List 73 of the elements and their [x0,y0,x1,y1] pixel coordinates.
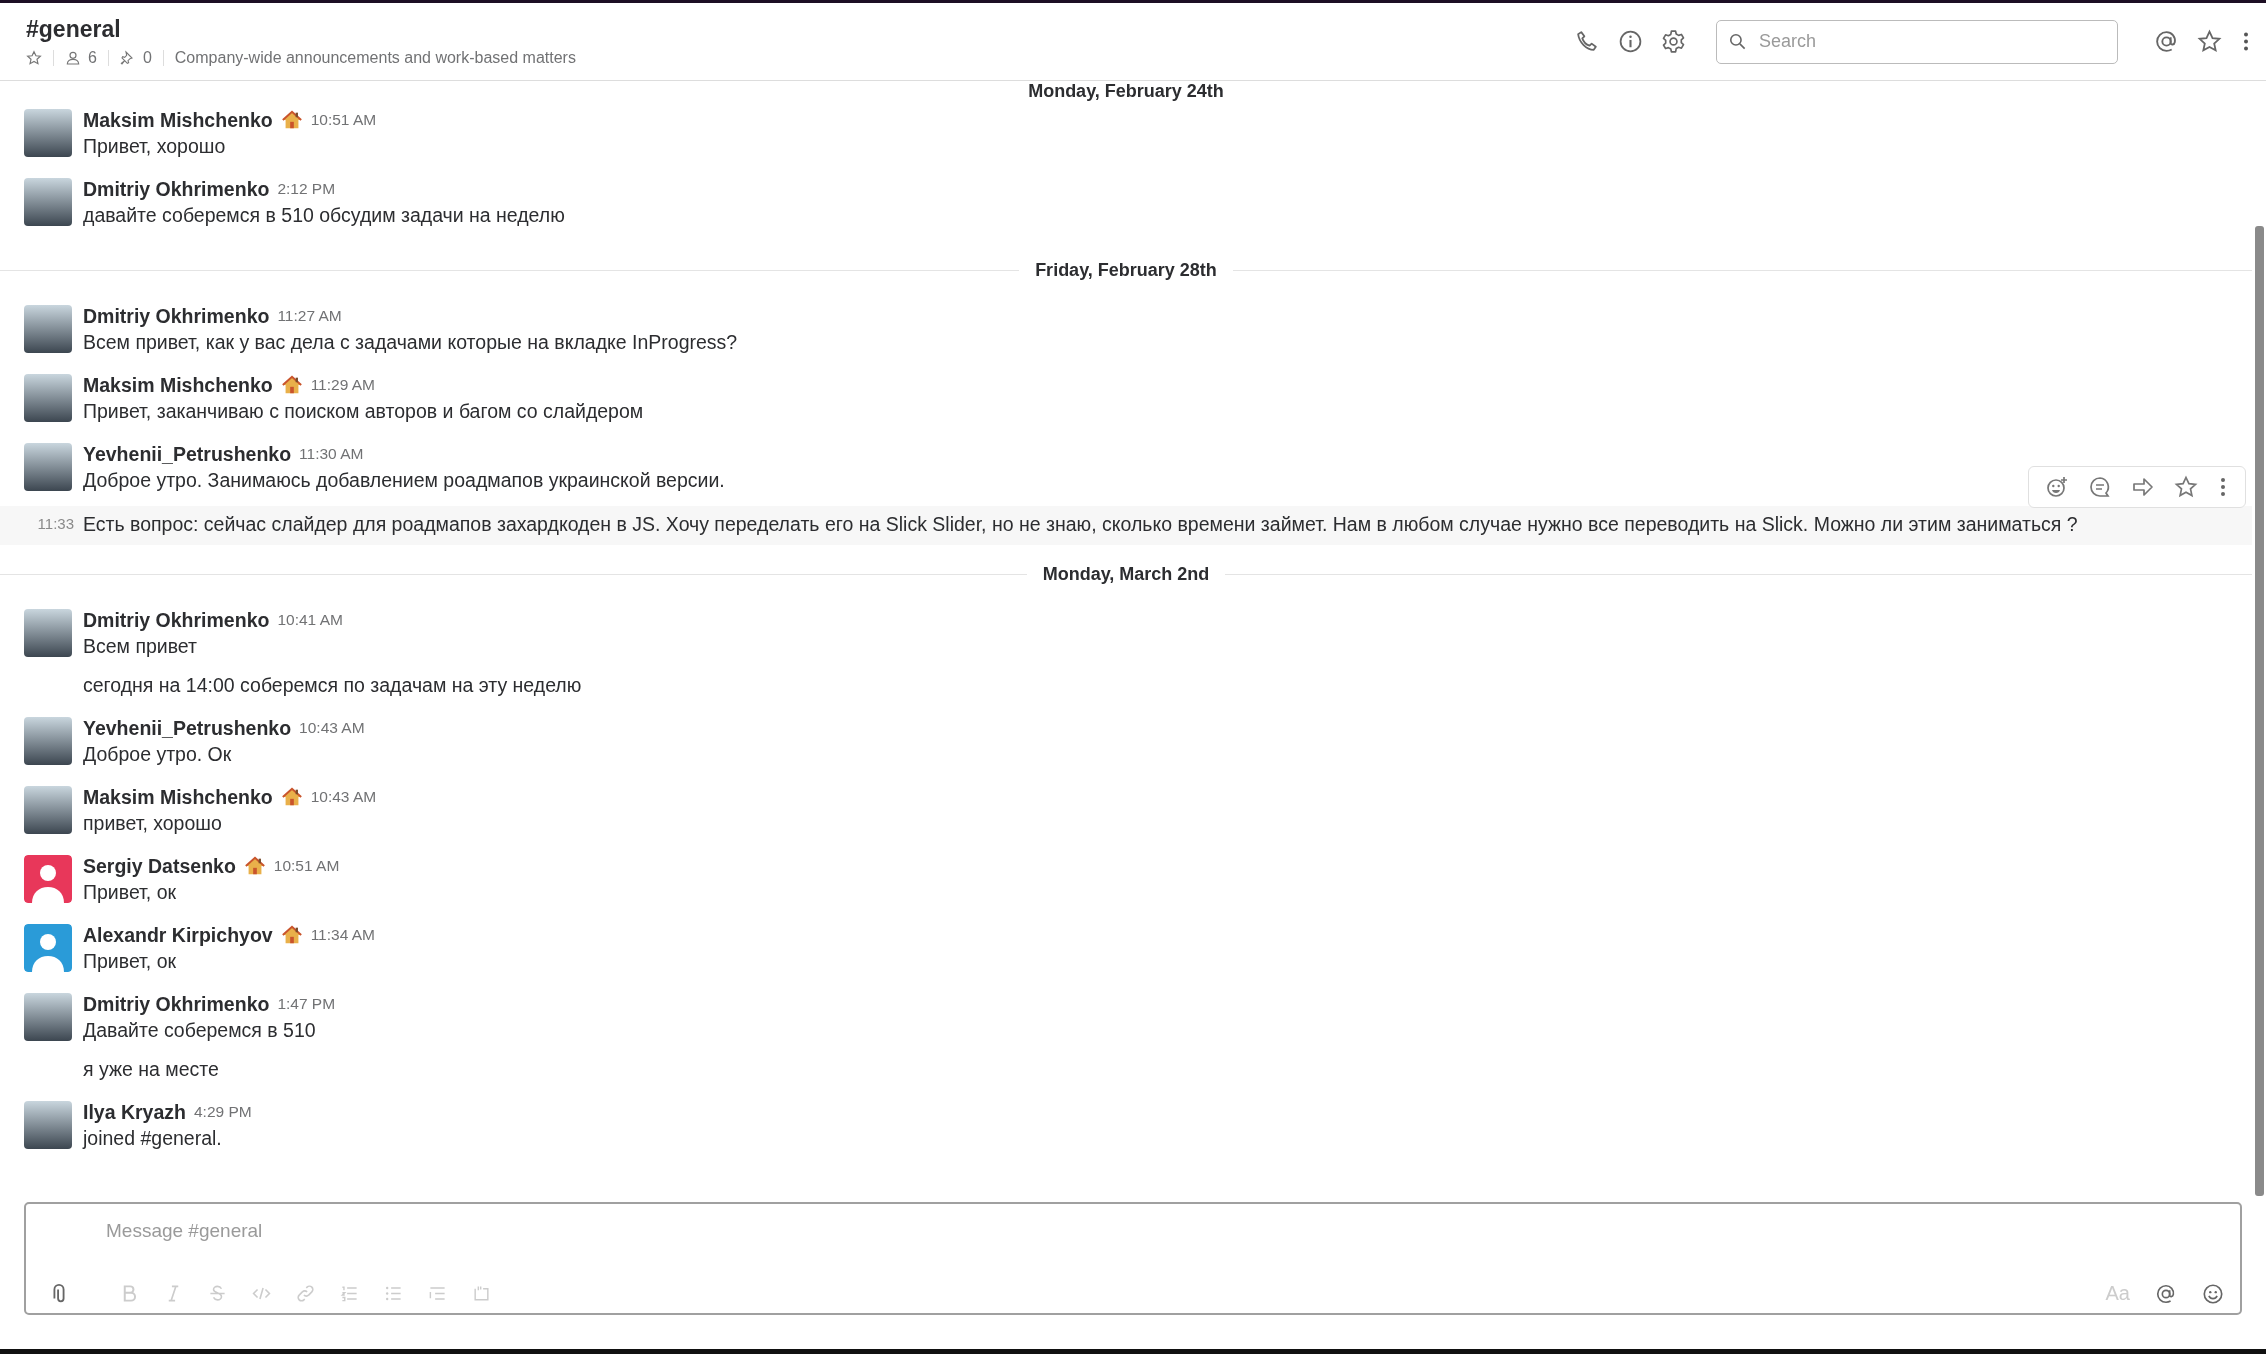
message-text: Всем привет, как у вас дела с задачами которые на вкладке InProgress? [83,330,738,354]
pin-icon [119,50,136,66]
author-name[interactable]: Dmitriy Okhrimenko [83,608,270,632]
author-name[interactable]: Maksim Mishchenko [83,373,273,397]
avatar-silhouette-icon[interactable] [24,924,72,972]
avatar-photo-placeholder[interactable] [24,443,72,491]
message-time[interactable]: 10:41 AM [277,611,343,629]
message-time[interactable]: 11:29 AM [310,376,375,394]
reply-bubble-icon[interactable] [2088,475,2112,499]
message-text: я уже на месте [83,1057,219,1081]
message-text: сегодня на 14:00 соберемся по задачам на эту неделю [83,673,582,697]
avatar-photo-placeholder[interactable] [24,609,72,657]
phone-icon[interactable] [1575,29,1600,54]
message-text: Доброе утро. Ок [83,742,232,766]
message-text: давайте соберемся в 510 обсудим задачи на неделю [83,203,565,227]
info-icon[interactable] [1618,29,1643,54]
author-name[interactable]: Ilya Kryazh [83,1100,186,1124]
message-text: Давайте соберемся в 510 [83,1018,316,1042]
message-time[interactable]: 1:47 PM [277,995,336,1013]
author-name[interactable]: Dmitriy Okhrimenko [83,177,270,201]
person-icon [65,50,81,66]
message-time[interactable]: 10:51 AM [310,111,377,129]
author-name[interactable]: Yevhenii_Petrushenko [83,716,292,740]
star-icon[interactable] [2197,29,2222,54]
add-reaction-icon[interactable] [2045,475,2069,499]
message-text: joined #general. [83,1126,222,1150]
search-field[interactable]: Search [1716,19,2118,64]
avatar-photo-placeholder[interactable] [24,109,72,157]
avatar-photo-placeholder[interactable] [24,178,72,226]
avatar-photo-placeholder[interactable] [24,786,72,834]
author-name[interactable]: Alexandr Kirpichyov [83,923,273,947]
share-arrow-icon[interactable] [2131,475,2155,499]
star-icon[interactable] [26,50,42,66]
mention-icon[interactable] [2154,29,2179,54]
avatar-photo-placeholder[interactable] [24,717,72,765]
pin-count[interactable]: 0 [142,49,152,67]
message-time[interactable]: 4:29 PM [193,1103,252,1121]
author-name[interactable]: Dmitriy Okhrimenko [83,304,270,328]
mention-icon[interactable] [2155,1282,2177,1305]
settings-icon[interactable] [1661,29,1686,54]
message-text: Привет, ок [83,880,177,904]
message-text: Есть вопрос: сейчас слайдер для роадмапов захардкоден в JS. Хочу переделать его на Slick Slider, но не знаю, сколько времени займет. Нам в любом случае нужно все переводить на Slick. Можно ли этим заниматься ? [83,512,2078,536]
message-time[interactable]: 10:43 AM [310,788,377,806]
message-time[interactable]: 11:30 AM [299,445,364,463]
author-name[interactable]: Sergiy Datsenko [83,854,236,878]
message-time[interactable]: 10:43 AM [299,719,365,737]
author-name[interactable]: Yevhenii_Petrushenko [83,442,292,466]
message-time[interactable]: 11:27 AM [277,307,342,325]
message-text: Привет, заканчиваю с поиском авторов и багом со слайдером [83,399,644,423]
search-icon [1728,31,1747,51]
channel-title: #general [26,16,122,43]
author-name[interactable]: Maksim Mishchenko [83,785,273,809]
message-text: Доброе утро. Занимаюсь добавлением роадмапов украинской версии. [83,468,725,492]
message-time[interactable]: 2:12 PM [277,180,336,198]
member-count[interactable]: 6 [88,49,97,67]
message-text: привет, хорошо [83,811,222,835]
message-time[interactable]: 11:33 [37,515,74,532]
message-text: Привет, ок [83,949,177,973]
avatar-photo-placeholder[interactable] [24,1101,72,1149]
author-name[interactable]: Maksim Mishchenko [83,108,273,132]
message-time[interactable]: 10:51 AM [273,857,340,875]
avatar-silhouette-icon[interactable] [24,855,72,903]
message-text: Всем привет [83,634,197,658]
emoji-icon[interactable] [2202,1282,2224,1305]
star-icon[interactable] [2174,475,2198,499]
author-name[interactable]: Dmitriy Okhrimenko [83,992,270,1016]
message-time[interactable]: 11:34 AM [310,926,375,944]
channel-topic: Company-wide announcements and work-based matters [174,49,576,67]
avatar-photo-placeholder[interactable] [24,374,72,422]
avatar-photo-placeholder[interactable] [24,993,72,1041]
message-text: Привет, хорошо [83,134,226,158]
avatar-photo-placeholder[interactable] [24,305,72,353]
scrollbar-thumb[interactable] [2255,226,2264,1196]
